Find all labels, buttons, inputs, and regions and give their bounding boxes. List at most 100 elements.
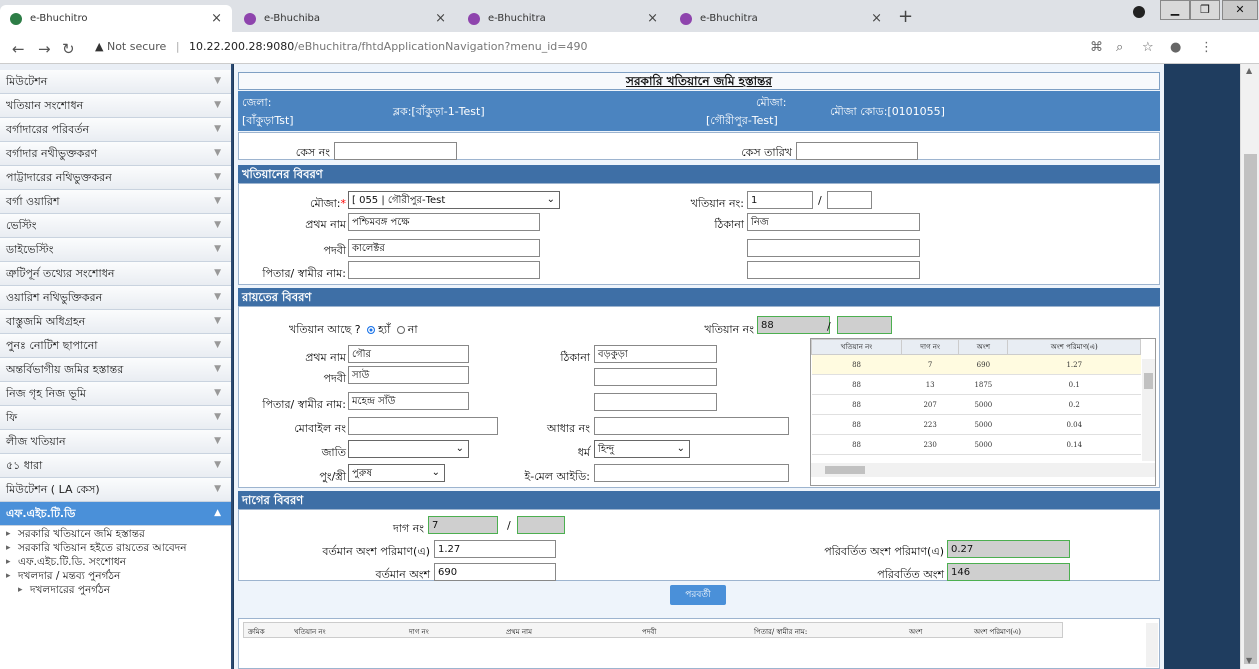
sub-item-fhtd-correction[interactable]: এফ.এইচ.টি.ডি. সংশোধন: [6, 556, 231, 569]
khatian-no-input[interactable]: 1: [747, 191, 813, 209]
sub-item-occupant-rebuild[interactable]: দখলদারের পুনর্গঠন: [6, 584, 231, 597]
profile-icon[interactable]: ●: [1170, 40, 1181, 55]
case-no-input[interactable]: [334, 142, 457, 160]
sidebar-item-3[interactable]: বর্গাদার নথীভুক্তকরণ ▼: [0, 142, 231, 166]
address-line3-input[interactable]: [747, 261, 920, 279]
scroll-thumb[interactable]: [1244, 154, 1257, 664]
gender-select[interactable]: পুরুষ ⌄: [348, 464, 445, 482]
reload-icon[interactable]: ↻: [62, 40, 75, 58]
sidebar-item-17[interactable]: মিউটেশন ( LA কেস) ▼: [0, 478, 231, 502]
address-line2-input[interactable]: [747, 239, 920, 257]
designation-input[interactable]: কালেক্টর: [348, 239, 540, 257]
chg-share-input[interactable]: 146: [947, 563, 1070, 581]
dag-no-input[interactable]: 7: [428, 516, 498, 534]
sidebar-item-15[interactable]: লীজ খতিয়ান ▼: [0, 430, 231, 454]
sidebar-item-8[interactable]: ত্রুটিপূর্ন তথ্যের সংশোধন ▼: [0, 262, 231, 286]
grid-vertical-scrollbar[interactable]: [1142, 359, 1155, 461]
sub-item-raiyat-application[interactable]: সরকারি খতিয়ান হইতে রায়তের আবেদন: [6, 542, 231, 555]
grid-row[interactable]: 88 13 1875 0.1: [811, 374, 1141, 395]
url-field[interactable]: ▲ Not secure | 10.22.200.28:9080/eBhuchi…: [95, 40, 588, 53]
radio-no[interactable]: [396, 326, 405, 334]
profile-dot-icon[interactable]: [1133, 6, 1145, 18]
case-no-label: কেস নং: [295, 146, 330, 159]
close-tab-icon[interactable]: ×: [435, 11, 446, 26]
browser-tab-3[interactable]: e-Bhuchitra ×: [458, 5, 668, 32]
sidebar-item-5[interactable]: বর্গা ওয়ারিশ ▼: [0, 190, 231, 214]
grid-cell: 13: [901, 374, 959, 395]
grid-row[interactable]: 88 207 5000 0.2: [811, 394, 1141, 415]
first-name-input[interactable]: পশ্চিমবঙ্গ পক্ষে: [348, 213, 540, 231]
case-date-label: কেস তারিখ: [741, 146, 792, 159]
sidebar-item-4[interactable]: পাট্টাদারের নথিভুক্তকরন ▼: [0, 166, 231, 190]
back-icon[interactable]: ←: [12, 40, 25, 58]
grid-cell: 5000: [958, 414, 1008, 435]
grid-cell: 207: [901, 394, 959, 415]
translate-icon[interactable]: ⌘: [1090, 40, 1103, 55]
r-khatian-suffix-input[interactable]: [837, 316, 892, 334]
aadhar-input[interactable]: [594, 417, 789, 435]
khatian-no-suffix-input[interactable]: [827, 191, 872, 209]
forward-icon[interactable]: →: [38, 40, 51, 58]
sidebar-item-fhtd[interactable]: এফ.এইচ.টি.ডি ▲: [0, 502, 231, 526]
sidebar-item-13[interactable]: নিজ গৃহ নিজ ভূমি ▼: [0, 382, 231, 406]
close-tab-icon[interactable]: ×: [871, 11, 882, 26]
religion-select[interactable]: হিন্দু ⌄: [594, 440, 690, 458]
sidebar-item-7[interactable]: ডাইভেস্টিং ▼: [0, 238, 231, 262]
grid-row[interactable]: 88 7 690 1.27: [811, 354, 1141, 375]
scroll-up-icon[interactable]: ▲: [1246, 66, 1252, 75]
sidebar-item-1[interactable]: খতিয়ান সংশোধন ▼: [0, 94, 231, 118]
browser-tab-4[interactable]: e-Bhuchitra ×: [670, 5, 892, 32]
bookmark-star-icon[interactable]: ☆: [1142, 40, 1154, 55]
sidebar-item-10[interactable]: বাস্তুজমি অধিগ্রহন ▼: [0, 310, 231, 334]
summary-table-scrollbar[interactable]: [1146, 623, 1158, 667]
sidebar: মিউটেশন ▼ খতিয়ান সংশোধন ▼ বর্গাদারের পরিবর্…: [0, 64, 233, 669]
mouza-select[interactable]: [ 055 | গৌরীপুর-Test ⌄: [348, 191, 560, 209]
close-window-icon[interactable]: ✕: [1222, 0, 1258, 20]
minimize-icon[interactable]: ▁: [1160, 0, 1190, 20]
sidebar-item-12[interactable]: অন্তর্বিভাগীয় জমির হস্তান্তর ▼: [0, 358, 231, 382]
sidebar-item-0[interactable]: মিউটেশন ▼: [0, 70, 231, 94]
father-name-input[interactable]: [348, 261, 540, 279]
mobile-input[interactable]: [348, 417, 498, 435]
radio-yes[interactable]: [367, 326, 376, 334]
sidebar-item-6[interactable]: ভেস্টিং ▼: [0, 214, 231, 238]
scroll-down-icon[interactable]: ▼: [1246, 656, 1252, 665]
grid-row[interactable]: 88 230 5000 0.14: [811, 434, 1141, 455]
grid-horizontal-scrollbar[interactable]: [811, 463, 1155, 477]
browser-tab-1[interactable]: e-Bhuchitro ×: [0, 5, 232, 32]
cur-share-area-input[interactable]: 1.27: [434, 540, 556, 558]
caste-select[interactable]: ⌄: [348, 440, 469, 458]
sub-item-govt-land-transfer[interactable]: সরকারি খতিয়ানে জমি হস্তান্তর: [6, 528, 231, 541]
r-father-input[interactable]: মহেন্দ্র সাঁউ: [348, 392, 469, 410]
zoom-icon[interactable]: ⌕: [1116, 40, 1123, 55]
r-first-name-input[interactable]: গৌর: [348, 345, 469, 363]
chg-share-area-input[interactable]: 0.27: [947, 540, 1070, 558]
sidebar-item-11[interactable]: পুনঃ নোটিশ ছাপানো ▼: [0, 334, 231, 358]
r-designation-input[interactable]: সাউ: [348, 366, 469, 384]
sub-item-occupant-remark-rebuild[interactable]: দখলদার / মন্তব্য পুনর্গঠন: [6, 570, 231, 583]
page-scrollbar[interactable]: ▲ ▼: [1240, 64, 1259, 669]
grid-row[interactable]: 88 223 5000 0.04: [811, 414, 1141, 435]
r-address-line2-input[interactable]: [594, 368, 717, 386]
chevron-down-icon: ▼: [214, 316, 221, 326]
next-button[interactable]: পরবর্তী: [670, 585, 726, 605]
r-khatian-input[interactable]: 88: [757, 316, 830, 334]
col-header: প্রথম নাম: [506, 628, 532, 636]
r-address-line3-input[interactable]: [594, 393, 717, 411]
close-tab-icon[interactable]: ×: [211, 11, 222, 26]
case-date-input[interactable]: [796, 142, 918, 160]
menu-dots-icon[interactable]: ⋮: [1200, 40, 1213, 55]
sidebar-item-9[interactable]: ওয়ারিশ নথিভুক্তিকরন ▼: [0, 286, 231, 310]
new-tab-icon[interactable]: +: [898, 6, 913, 27]
email-input[interactable]: [594, 464, 789, 482]
address-input[interactable]: নিজ: [747, 213, 920, 231]
sidebar-item-16[interactable]: ৫১ ধারা ▼: [0, 454, 231, 478]
cur-share-input[interactable]: 690: [434, 563, 556, 581]
browser-tab-2[interactable]: e-Bhuchiba ×: [234, 5, 456, 32]
sidebar-item-2[interactable]: বর্গাদারের পরিবর্তন ▼: [0, 118, 231, 142]
sidebar-item-14[interactable]: ফি ▼: [0, 406, 231, 430]
r-address-input[interactable]: বড়কুড়া: [594, 345, 717, 363]
maximize-icon[interactable]: ❐: [1190, 0, 1220, 20]
dag-no-suffix-input[interactable]: [517, 516, 565, 534]
close-tab-icon[interactable]: ×: [647, 11, 658, 26]
